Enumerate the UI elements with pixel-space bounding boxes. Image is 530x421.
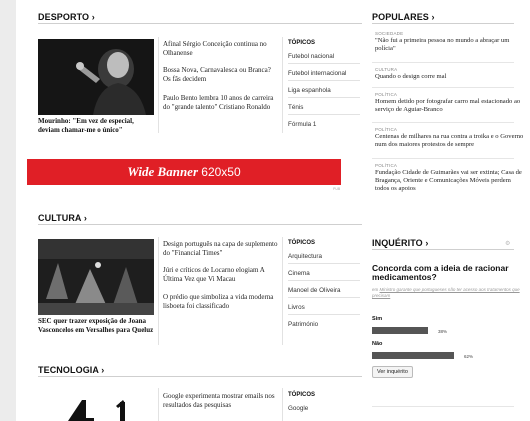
news-link[interactable]: Bossa Nova, Carnavalesca ou Branca? Os f… bbox=[163, 66, 279, 83]
topic-link[interactable]: Fórmula 1 bbox=[288, 121, 316, 128]
poll-percent: 38% bbox=[438, 329, 448, 334]
view-poll-button[interactable]: Ver inquérito bbox=[372, 366, 413, 378]
divider bbox=[288, 263, 360, 264]
topic-link[interactable]: Livros bbox=[288, 304, 305, 311]
category-label: POLÍTICA bbox=[375, 92, 398, 97]
chevron-right-icon: › bbox=[431, 12, 435, 22]
news-link[interactable]: Google experimenta mostrar emails nos re… bbox=[163, 392, 279, 409]
divider bbox=[372, 158, 514, 159]
poll-percent: 62% bbox=[464, 354, 474, 359]
section-heading-desporto[interactable]: DESPORTO › bbox=[38, 12, 95, 22]
divider bbox=[38, 224, 362, 225]
news-photo[interactable] bbox=[38, 39, 154, 115]
popular-link[interactable]: Homem detido por fotografar carro mal es… bbox=[375, 98, 525, 114]
category-label: POLÍTICA bbox=[375, 163, 398, 168]
popular-link[interactable]: Fundação Cidade de Guimarães vai ser ext… bbox=[375, 169, 525, 193]
divider bbox=[282, 388, 283, 421]
topic-link[interactable]: Património bbox=[288, 321, 318, 328]
news-link[interactable]: Design português na capa de suplemento d… bbox=[163, 240, 279, 257]
news-link[interactable]: Júri e críticos de Locarno elogiam A Últ… bbox=[163, 266, 279, 283]
gear-icon[interactable]: ⚙ bbox=[505, 240, 510, 247]
chevron-right-icon: › bbox=[425, 238, 429, 248]
topic-link[interactable]: Arquitectura bbox=[288, 253, 322, 260]
section-heading-cultura[interactable]: CULTURA › bbox=[38, 213, 87, 223]
popular-link[interactable]: "Não fui a primeira pessoa no mundo a ab… bbox=[375, 37, 525, 53]
topics-heading: TÓPICOS bbox=[288, 392, 316, 398]
topic-link[interactable]: Liga espanhola bbox=[288, 87, 331, 94]
divider bbox=[372, 406, 514, 407]
chevron-right-icon: › bbox=[91, 12, 95, 22]
topic-link[interactable]: Futebol nacional bbox=[288, 53, 334, 60]
chevron-right-icon: › bbox=[83, 213, 87, 223]
poll-option-label[interactable]: Não bbox=[372, 341, 382, 347]
divider bbox=[288, 280, 360, 281]
section-heading-populares[interactable]: POPULARES › bbox=[372, 12, 435, 22]
ad-label: PUB bbox=[333, 187, 341, 191]
divider bbox=[288, 63, 360, 64]
divider bbox=[372, 87, 514, 88]
divider bbox=[158, 388, 159, 421]
divider bbox=[288, 97, 360, 98]
divider bbox=[288, 297, 360, 298]
divider bbox=[372, 23, 514, 24]
divider bbox=[288, 314, 360, 315]
category-label: CULTURA bbox=[375, 67, 398, 72]
photo-caption[interactable]: SEC quer trazer exposição de Joana Vasco… bbox=[38, 317, 156, 334]
category-label: POLÍTICA bbox=[375, 127, 398, 132]
divider bbox=[282, 237, 283, 345]
topic-link[interactable]: Ténis bbox=[288, 104, 303, 111]
topics-heading: TÓPICOS bbox=[288, 240, 316, 246]
news-photo[interactable] bbox=[38, 239, 154, 315]
divider bbox=[288, 80, 360, 81]
topic-link[interactable]: Cinema bbox=[288, 270, 310, 277]
news-link[interactable]: Paulo Bento lembra 10 anos de carreira d… bbox=[163, 94, 279, 111]
section-heading-inquerito[interactable]: INQUÉRITO › bbox=[372, 238, 428, 248]
poll-context: em Ministro garante que portugueses não … bbox=[372, 287, 520, 298]
topic-link[interactable]: Futebol internacional bbox=[288, 70, 346, 77]
poll-result-bar bbox=[372, 327, 428, 334]
category-label: SOCIEDADE bbox=[375, 31, 404, 36]
divider bbox=[372, 249, 514, 250]
news-photo[interactable] bbox=[38, 390, 154, 421]
divider bbox=[158, 37, 159, 133]
divider bbox=[372, 62, 514, 63]
poll-context-link[interactable]: Ministro garante que portugueses não ter… bbox=[372, 287, 520, 298]
photo-caption[interactable]: Mourinho: "Em vez de especial, deviam ch… bbox=[38, 117, 156, 134]
banner-title: Wide Banner bbox=[127, 164, 199, 179]
popular-link[interactable]: Centenas de milhares na rua contra a tro… bbox=[375, 133, 525, 149]
news-link[interactable]: O prédio que simboliza a vida moderna li… bbox=[163, 293, 279, 310]
topic-link[interactable]: Manoel de Oliveira bbox=[288, 287, 341, 294]
banner-size: 620x50 bbox=[201, 165, 241, 179]
section-heading-tecnologia[interactable]: TECNOLOGIA › bbox=[38, 365, 104, 375]
news-link[interactable]: Afinal Sérgio Conceição continua no Olha… bbox=[163, 40, 279, 57]
chevron-right-icon: › bbox=[101, 365, 105, 375]
poll-result-bar bbox=[372, 352, 454, 359]
poll-question: Concorda com a ideia de racionar medicam… bbox=[372, 263, 509, 282]
wide-banner-ad[interactable]: Wide Banner 620x50 bbox=[27, 159, 341, 185]
divider bbox=[38, 23, 362, 24]
topic-link[interactable]: Google bbox=[288, 405, 308, 412]
poll-option-label[interactable]: Sim bbox=[372, 316, 382, 322]
divider bbox=[288, 114, 360, 115]
divider bbox=[282, 37, 283, 133]
divider bbox=[158, 237, 159, 345]
divider bbox=[372, 122, 514, 123]
topics-heading: TÓPICOS bbox=[288, 40, 316, 46]
divider bbox=[38, 376, 362, 377]
popular-link[interactable]: Quando o design corre mal bbox=[375, 73, 525, 81]
